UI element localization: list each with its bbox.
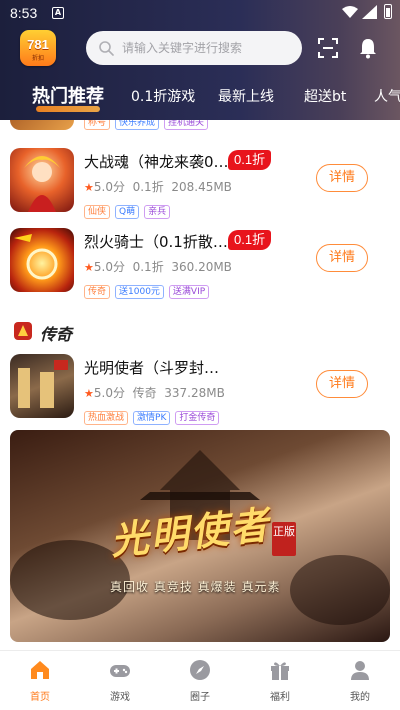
section-title: 传奇 xyxy=(40,325,73,344)
game-meta: ★5.0分 传奇 337.28MB xyxy=(84,384,225,401)
game-tags: 热血激战 激情PK 打金传奇 xyxy=(84,405,224,425)
tab-super-bt[interactable]: 超送bt xyxy=(304,86,346,106)
game-icon xyxy=(10,228,74,292)
tab-new-releases[interactable]: 最新上线 xyxy=(218,86,274,106)
star-icon: ★ xyxy=(84,387,94,400)
nav-circle[interactable]: 圈子 xyxy=(170,657,230,707)
game-category: 传奇 xyxy=(132,386,157,400)
detail-button[interactable]: 详情 xyxy=(316,244,368,272)
home-icon xyxy=(31,661,49,679)
game-tag: 仙侠 xyxy=(84,205,111,219)
gift-icon xyxy=(271,662,289,680)
game-tag: 打金传奇 xyxy=(175,411,220,425)
game-rating: 5.0分 xyxy=(93,180,125,194)
gamepad-icon xyxy=(110,665,130,677)
game-row[interactable]: 烈火骑士（0.1折散… 0.1折 ★5.0分 0.1折 360.20MB 传奇送… xyxy=(0,228,400,308)
discount-badge: 0.1折 xyxy=(228,150,272,170)
wifi-icon xyxy=(342,6,358,18)
nav-label: 福利 xyxy=(270,692,290,703)
game-tag: 激情PK xyxy=(133,411,171,425)
tab-discount-games[interactable]: 0.1折游戏 xyxy=(131,86,195,106)
search-icon xyxy=(99,41,114,56)
game-tags: 称号 快乐养成 挂机通关 xyxy=(84,120,213,130)
game-size: 360.20MB xyxy=(171,260,232,274)
game-icon xyxy=(10,120,74,130)
game-art xyxy=(24,156,60,212)
nav-label: 首页 xyxy=(30,692,50,703)
notification-icon: A xyxy=(52,7,64,19)
search-input[interactable] xyxy=(122,31,292,65)
game-size: 208.45MB xyxy=(171,180,232,194)
game-rating: 5.0分 xyxy=(93,386,125,400)
game-category: 0.1折 xyxy=(132,180,164,194)
tab-hot-recommend[interactable]: 热门推荐 xyxy=(32,82,104,108)
nav-label: 我的 xyxy=(350,692,370,703)
game-icon xyxy=(10,148,74,212)
status-bar: 8:53 A xyxy=(0,0,400,28)
discount-badge: 0.1折 xyxy=(228,230,272,250)
tab-popular[interactable]: 人气 xyxy=(374,86,400,106)
nav-games[interactable]: 游戏 xyxy=(90,657,150,707)
game-row-partial[interactable]: 称号 快乐养成 挂机通关 xyxy=(0,120,400,130)
game-name: 烈火骑士（0.1折散… xyxy=(84,233,228,251)
app-screen: 8:53 A 781 折扣 热门推荐 0. xyxy=(0,0,400,710)
star-icon: ★ xyxy=(84,181,94,194)
game-name: 光明使者（斗罗封… xyxy=(84,359,220,377)
nav-label: 游戏 xyxy=(110,692,130,703)
game-tag: Q萌 xyxy=(115,205,140,219)
game-rating: 5.0分 xyxy=(93,260,125,274)
logo-subtext: 折扣 xyxy=(31,55,44,62)
nav-mine[interactable]: 我的 xyxy=(330,657,390,707)
bell-icon[interactable] xyxy=(358,37,378,59)
game-category: 0.1折 xyxy=(132,260,164,274)
game-meta: ★5.0分 0.1折 208.45MB xyxy=(84,178,232,195)
user-icon xyxy=(351,661,369,680)
game-tag: 热血激战 xyxy=(84,411,129,425)
game-tag: 快乐养成 xyxy=(115,120,160,130)
battery-icon xyxy=(384,4,392,19)
nav-welfare[interactable]: 福利 xyxy=(250,657,310,707)
game-tags: 传奇 送1000元 送满VIP xyxy=(84,279,214,299)
scan-icon[interactable] xyxy=(318,38,338,58)
nav-label: 圈子 xyxy=(190,692,210,703)
game-tag: 挂机通关 xyxy=(164,120,209,130)
main-content: 称号 快乐养成 挂机通关 大战魂（神龙来袭0… 0.1折 ★5.0分 0.1折 20… xyxy=(0,120,400,650)
game-size: 337.28MB xyxy=(164,386,225,400)
logo-text: 781 xyxy=(27,37,49,52)
game-banner[interactable]: 光明使者 正版 真回收 真竞技 真爆装 真元素 xyxy=(10,430,390,642)
game-tags: 仙侠 Q萌 亲兵 xyxy=(84,199,175,219)
game-row[interactable]: 光明使者（斗罗封… ★5.0分 传奇 337.28MB 热血激战 激情PK 打金传奇… xyxy=(0,354,400,434)
banner-subtitle: 真回收 真竞技 真爆装 真元素 xyxy=(110,580,281,594)
status-time: 8:53 xyxy=(10,5,38,21)
game-icon xyxy=(10,354,74,418)
app-logo[interactable]: 781 折扣 xyxy=(20,30,56,66)
search-bar[interactable] xyxy=(86,31,302,65)
category-tabs: 热门推荐 0.1折游戏 最新上线 超送bt 人气 xyxy=(0,78,400,114)
compass-icon xyxy=(190,660,210,680)
detail-button[interactable]: 详情 xyxy=(316,370,368,398)
game-row[interactable]: 大战魂（神龙来袭0… 0.1折 ★5.0分 0.1折 208.45MB 仙侠 Q萌… xyxy=(0,148,400,228)
game-name: 大战魂（神龙来袭0… xyxy=(84,153,229,171)
game-tag: 称号 xyxy=(84,120,111,130)
star-icon: ★ xyxy=(84,261,94,274)
header: 8:53 A 781 折扣 热门推荐 0. xyxy=(0,0,400,120)
nav-home[interactable]: 首页 xyxy=(10,657,70,707)
game-meta: ★5.0分 0.1折 360.20MB xyxy=(84,258,232,275)
signal-icon xyxy=(362,5,377,19)
game-tag: 送1000元 xyxy=(115,285,164,299)
bottom-nav: 首页 游戏 圈子 福利 我的 xyxy=(0,650,400,710)
game-tag: 亲兵 xyxy=(144,205,171,219)
legend-section-icon xyxy=(14,322,32,340)
game-tag: 送满VIP xyxy=(168,285,210,299)
banner-seal: 正版 xyxy=(272,522,296,556)
detail-button[interactable]: 详情 xyxy=(316,164,368,192)
game-tag: 传奇 xyxy=(84,285,111,299)
game-art xyxy=(14,234,58,280)
game-art xyxy=(18,360,68,408)
